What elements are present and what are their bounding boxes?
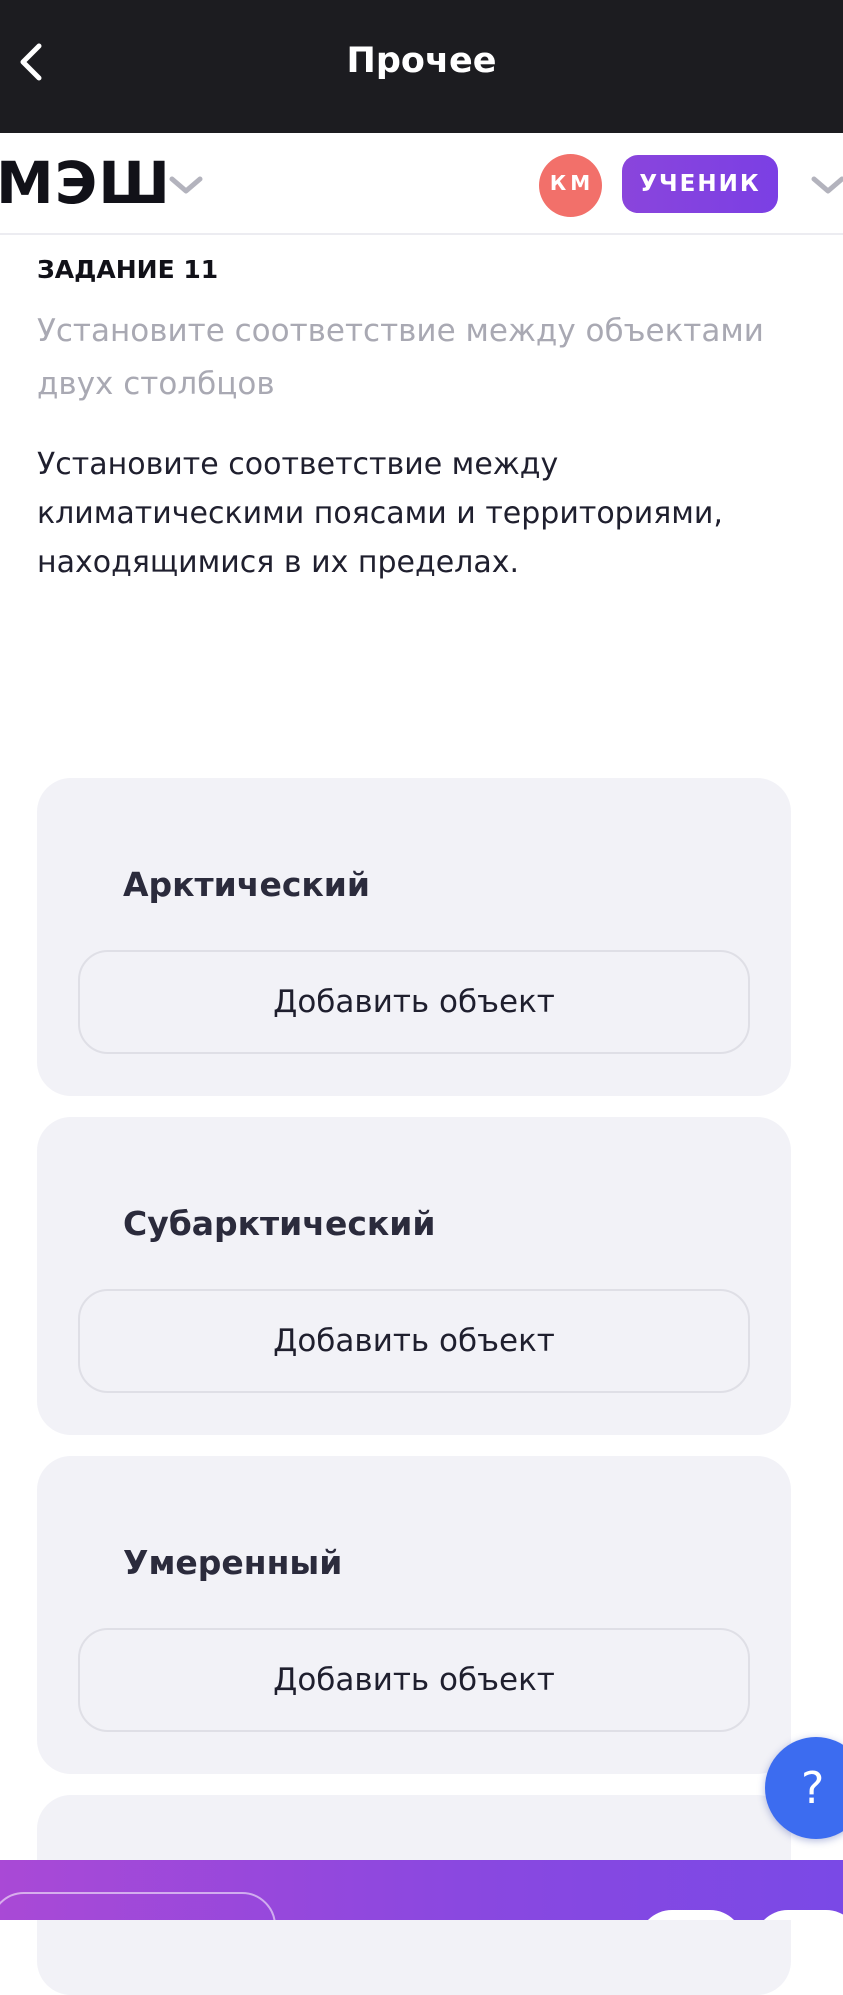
bottom-secondary-button[interactable] — [0, 1892, 276, 1920]
avatar[interactable]: КМ — [539, 154, 602, 217]
task-hint: Установите соответствие между объектами … — [37, 313, 764, 402]
task-question: Установите соответствие между климатичес… — [37, 447, 723, 580]
match-zone: Умеренный Добавить объект — [37, 1456, 791, 1774]
add-object-button[interactable]: Добавить объект — [78, 950, 750, 1054]
zone-title: Умеренный — [123, 1543, 343, 1582]
bottom-action-button[interactable] — [754, 1910, 843, 1920]
app-header: МЭШ КМ УЧЕНИК — [0, 133, 843, 235]
zone-title: Арктический — [123, 865, 371, 904]
role-badge[interactable]: УЧЕНИК — [622, 155, 778, 213]
chevron-down-icon[interactable] — [808, 169, 843, 201]
match-zone: Субарктический Добавить объект — [37, 1117, 791, 1435]
chevron-down-icon[interactable] — [166, 169, 206, 201]
add-object-button[interactable]: Добавить объект — [78, 1289, 750, 1393]
bottom-action-bar — [0, 1860, 843, 1920]
match-zone: Арктический Добавить объект — [37, 778, 791, 1096]
zone-title: Субарктический — [123, 1204, 436, 1243]
page-title: Прочее — [346, 41, 497, 81]
logo[interactable]: МЭШ — [0, 151, 171, 215]
task-number: ЗАДАНИЕ 11 — [37, 255, 219, 284]
bottom-action-button[interactable] — [638, 1910, 744, 1920]
top-app-bar: Прочее — [0, 0, 843, 133]
add-object-button[interactable]: Добавить объект — [78, 1628, 750, 1732]
